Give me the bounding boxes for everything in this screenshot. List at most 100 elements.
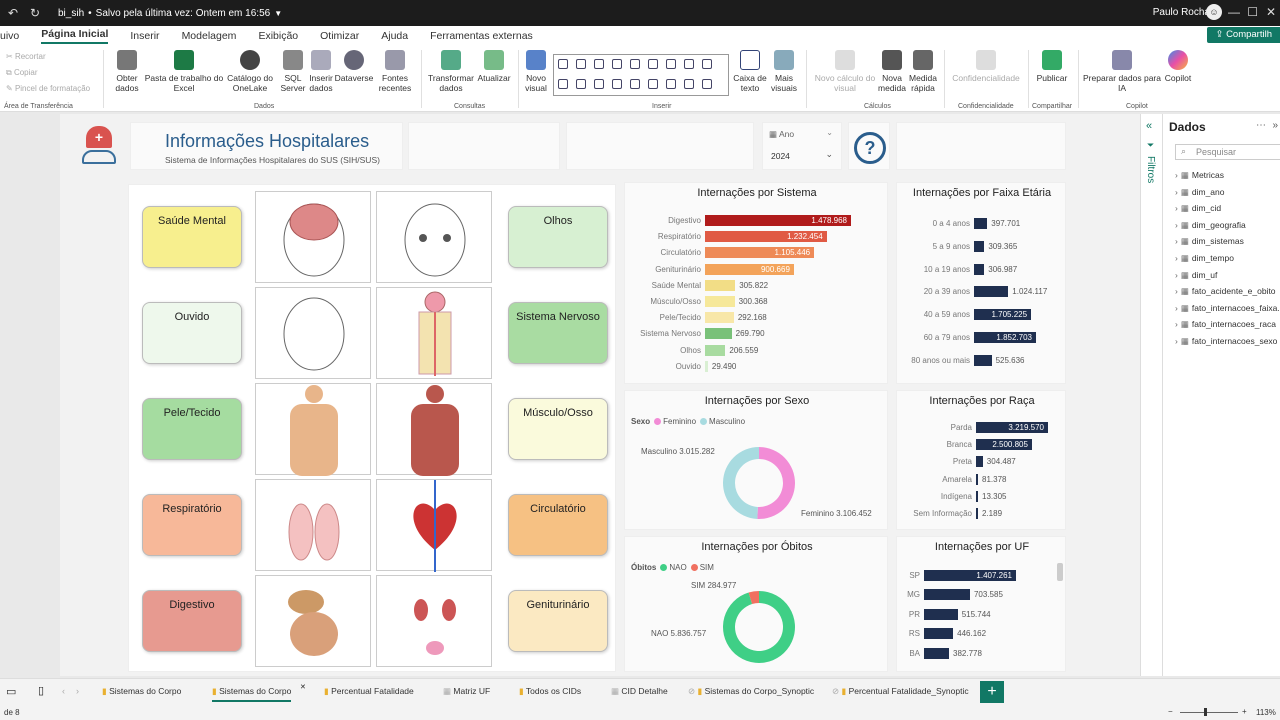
gallery-visual-icon[interactable]	[648, 79, 658, 89]
bar[interactable]	[924, 608, 958, 620]
user-name[interactable]: Paulo Rocha	[1153, 7, 1210, 18]
gallery-visual-icon[interactable]	[594, 79, 604, 89]
desktop-view-icon[interactable]: ▭	[6, 685, 16, 698]
menu-insert[interactable]: Inserir	[130, 30, 159, 42]
lungs-image[interactable]	[255, 479, 371, 571]
gallery-visual-icon[interactable]	[666, 79, 676, 89]
chevron-right-icon[interactable]: ›	[1175, 187, 1178, 197]
field-item[interactable]: › ▦ fato_internacoes_faixa...	[1175, 303, 1280, 314]
maximize-icon[interactable]: ☐	[1247, 5, 1258, 19]
bar[interactable]	[924, 589, 970, 601]
gallery-visual-icon[interactable]	[558, 59, 568, 69]
collapse-icon[interactable]: «	[1146, 120, 1152, 132]
gallery-visual-icon[interactable]	[630, 59, 640, 69]
label-pele-tecido[interactable]: Pele/Tecido	[142, 398, 242, 460]
transform-data-button[interactable]: Transformar dados	[426, 50, 476, 93]
field-item[interactable]: › ▦ dim_uf	[1175, 270, 1217, 281]
chevron-right-icon[interactable]: ›	[1175, 303, 1178, 313]
tab-sistemas-do-corpo[interactable]: ▮ Sistemas do Corpo	[102, 686, 181, 697]
field-item[interactable]: › ▦ dim_geografia	[1175, 220, 1246, 231]
avatar[interactable]: ☺	[1206, 4, 1222, 20]
menu-home[interactable]: Página Inicial	[41, 28, 109, 44]
tab-percentual-fatalidade[interactable]: ▮ Percentual Fatalidade	[324, 686, 414, 697]
recent-sources-button[interactable]: Fontes recentes	[372, 50, 418, 93]
document-name[interactable]: bi_sih	[58, 8, 84, 19]
text-box-button[interactable]: Caixa de texto	[730, 50, 770, 93]
bar[interactable]	[974, 240, 985, 252]
bar[interactable]	[705, 312, 734, 324]
chevron-right-icon[interactable]: ›	[1175, 203, 1178, 213]
label-sistema-nervoso[interactable]: Sistema Nervoso	[508, 302, 608, 364]
zoom-slider[interactable]	[1180, 712, 1238, 713]
field-item[interactable]: › ▦ dim_tempo	[1175, 253, 1234, 264]
tab-fatalidade-synoptic[interactable]: ⊘ ▮ Percentual Fatalidade_Synoptic	[832, 686, 969, 697]
cut-button[interactable]: ✂ Recortar	[6, 52, 46, 61]
bar[interactable]	[924, 628, 954, 640]
sensitivity-button[interactable]: Confidencialidade	[948, 50, 1024, 83]
mobile-view-icon[interactable]: ▯	[38, 684, 44, 697]
zoom-out-icon[interactable]: −	[1168, 707, 1173, 716]
chevron-down-icon[interactable]: ⌄	[826, 128, 833, 137]
bar[interactable]	[976, 473, 978, 485]
onelake-button[interactable]: Catálogo do OneLake	[222, 50, 278, 93]
bar[interactable]	[705, 328, 732, 340]
tab-cid-detalhe[interactable]: ▦ CID Detalhe	[611, 686, 668, 697]
label-circulatorio[interactable]: Circulatório	[508, 494, 608, 556]
zoom-level[interactable]: 113%	[1256, 708, 1276, 717]
more-options-icon[interactable]: ⋯	[1256, 120, 1266, 131]
zoom-thumb[interactable]	[1204, 708, 1207, 716]
redo-icon[interactable]: ↻	[30, 6, 44, 20]
sql-server-button[interactable]: SQL Server	[278, 50, 308, 93]
sexo-donut[interactable]	[719, 443, 799, 523]
muscle-image[interactable]	[376, 383, 492, 476]
minimize-icon[interactable]: —	[1228, 5, 1240, 19]
circulatory-image[interactable]	[376, 479, 492, 572]
label-digestivo[interactable]: Digestivo	[142, 590, 242, 652]
field-item[interactable]: › ▦ fato_internacoes_sexo	[1175, 336, 1277, 347]
eyes-image[interactable]	[376, 191, 492, 283]
gallery-visual-icon[interactable]	[594, 59, 604, 69]
share-button[interactable]: ⇪ Compartilh	[1207, 27, 1280, 43]
get-data-button[interactable]: Obter dados	[108, 50, 146, 93]
chevron-right-icon[interactable]: ›	[1175, 253, 1178, 263]
chevron-right-icon[interactable]: ›	[1175, 170, 1178, 180]
chevron-right-icon[interactable]: ›	[1175, 319, 1178, 329]
menu-optimize[interactable]: Otimizar	[320, 30, 359, 42]
field-item[interactable]: › ▦ fato_internacoes_raca	[1175, 319, 1276, 330]
bar[interactable]	[705, 279, 736, 291]
field-item[interactable]: › ▦ dim_ano	[1175, 187, 1224, 198]
gallery-visual-icon[interactable]	[666, 59, 676, 69]
field-item[interactable]: › ▦ dim_cid	[1175, 203, 1221, 214]
bar[interactable]	[974, 286, 1009, 298]
tab-sistemas-do-corpo-active[interactable]: ▮ Sistemas do Corpo	[212, 686, 292, 702]
gallery-visual-icon[interactable]	[612, 59, 622, 69]
publish-button[interactable]: Publicar	[1032, 50, 1072, 83]
bar[interactable]	[705, 360, 708, 372]
field-item[interactable]: › ▦ fato_acidente_e_obito	[1175, 286, 1276, 297]
tab-todos-os-cids[interactable]: ▮ Todos os CIDs	[519, 686, 581, 697]
copilot-button[interactable]: Copilot	[1160, 50, 1196, 83]
chevron-down-icon[interactable]: ▼	[274, 9, 282, 18]
zoom-in-icon[interactable]: +	[1242, 707, 1247, 716]
menu-help[interactable]: Ajuda	[381, 30, 408, 42]
urinary-image[interactable]	[376, 575, 492, 667]
gallery-visual-icon[interactable]	[576, 79, 586, 89]
bar[interactable]	[976, 490, 978, 502]
refresh-button[interactable]: Atualizar	[474, 50, 514, 83]
scroll-left-icon[interactable]: ‹	[62, 686, 65, 696]
close-tab-icon[interactable]: ✕	[300, 683, 306, 691]
slice-masculino[interactable]	[723, 447, 759, 519]
new-visual-button[interactable]: Novo visual	[520, 50, 552, 93]
save-status[interactable]: Salvo pela última vez: Ontem em 16:56	[96, 8, 271, 19]
gallery-visual-icon[interactable]	[684, 59, 694, 69]
help-icon[interactable]: ?	[854, 132, 886, 164]
nervous-system-image[interactable]	[376, 287, 492, 379]
undo-icon[interactable]: ↶	[8, 6, 22, 20]
new-visual-calc-button[interactable]: Novo cálculo do visual	[812, 50, 878, 93]
collapse-icon[interactable]: »	[1272, 120, 1278, 131]
chevron-right-icon[interactable]: ›	[1175, 336, 1178, 346]
label-respiratorio[interactable]: Respiratório	[142, 494, 242, 556]
gallery-visual-icon[interactable]	[702, 79, 712, 89]
menu-modeling[interactable]: Modelagem	[182, 30, 237, 42]
add-page-button[interactable]: +	[980, 681, 1004, 703]
